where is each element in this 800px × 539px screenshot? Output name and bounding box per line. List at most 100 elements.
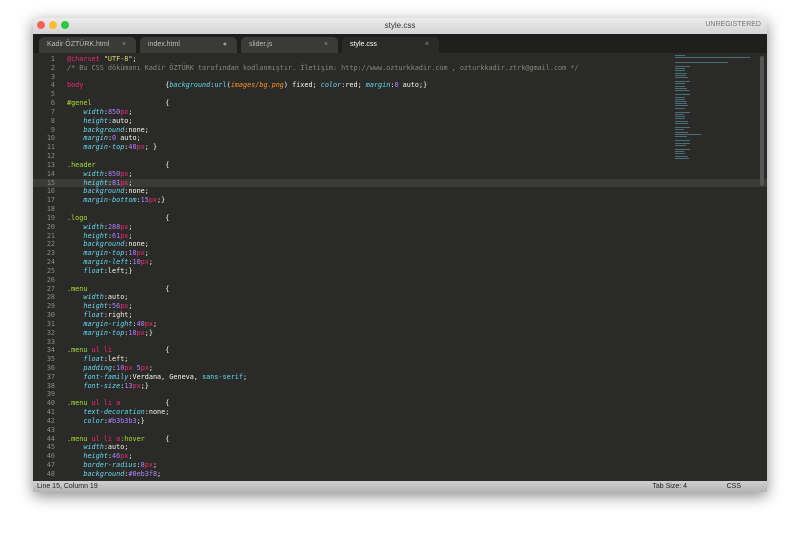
code-line[interactable]: 18 — [33, 205, 767, 214]
code-token: ul li a — [91, 399, 121, 408]
code-line[interactable]: 14 width:850px; — [33, 170, 767, 179]
minimap[interactable] — [675, 55, 755, 265]
code-line[interactable]: 7 width:850px; — [33, 108, 767, 117]
code-line[interactable]: 6 #genel { — [33, 99, 767, 108]
code-line[interactable]: 42 color:#b3b3b3;} — [33, 417, 767, 426]
code-line[interactable]: 29 height:56px; — [33, 302, 767, 311]
minimap-line — [675, 149, 690, 151]
code-line[interactable]: 25 float:left;} — [33, 267, 767, 276]
code-line[interactable]: 27 .menu { — [33, 285, 767, 294]
tab-style-css[interactable]: style.css × — [342, 37, 439, 53]
code-line[interactable]: 28 width:auto; — [33, 293, 767, 302]
code-token: border-radius — [83, 461, 137, 470]
code-line[interactable]: 4 body {background:url(images/bg.png) fix… — [33, 81, 767, 90]
code-token: width — [83, 169, 104, 178]
code-token: :left; — [103, 355, 129, 364]
line-code: float:left;} — [55, 267, 132, 276]
code-token: ; — [128, 231, 133, 240]
line-code: @charset "UTF-8"; — [55, 55, 137, 64]
tab-index-html[interactable]: index.html ● — [140, 37, 237, 53]
close-tab-icon[interactable]: × — [324, 41, 328, 48]
code-line[interactable]: 41 text-decoration:none; — [33, 408, 767, 417]
code-line[interactable]: 17 margin-bottom:15px;} — [33, 196, 767, 205]
code-line[interactable]: 48 background:#0eb3f8; — [33, 470, 767, 479]
code-line[interactable]: 33 — [33, 338, 767, 347]
code-line[interactable]: 47 border-radius:8px; — [33, 461, 767, 470]
unsaved-dot-icon[interactable]: ● — [223, 41, 227, 48]
code-token: 10 — [128, 328, 137, 337]
code-line[interactable]: 12 — [33, 152, 767, 161]
code-token: background — [83, 469, 125, 478]
code-line[interactable]: 11 margin-top:40px; } — [33, 143, 767, 152]
code-line[interactable]: 1 @charset "UTF-8"; — [33, 55, 767, 64]
code-line[interactable]: 19 .logo { — [33, 214, 767, 223]
code-line[interactable]: 31 margin-right:40px; — [33, 320, 767, 329]
tab-kadir-ozturk-html[interactable]: Kadir ÖZTÜRK.html × — [39, 37, 136, 53]
minimap-line — [675, 87, 687, 89]
code-line[interactable]: 26 — [33, 276, 767, 285]
close-tab-icon[interactable]: × — [425, 41, 429, 48]
code-line[interactable]: 20 width:288px; — [33, 223, 767, 232]
code-line[interactable]: 8 height:auto; — [33, 117, 767, 126]
code-token: ; — [242, 372, 248, 381]
code-line[interactable]: 16 background:none; — [33, 187, 767, 196]
code-line[interactable]: 23 margin-top:10px; — [33, 249, 767, 258]
code-token: { — [144, 434, 170, 443]
line-number: 8 — [50, 116, 55, 125]
code-line[interactable]: 3 — [33, 73, 767, 82]
code-token: ; — [148, 363, 153, 372]
code-line[interactable]: 2 /* Bu CSS dökümanı Kadir ÖZTÜRK tarafın… — [33, 64, 767, 73]
scrollbar[interactable] — [760, 56, 764, 186]
code-line[interactable]: 40 .menu ul li a { — [33, 399, 767, 408]
line-number: 37 — [46, 372, 55, 381]
code-token: margin-right — [83, 319, 133, 328]
minimap-line — [675, 57, 750, 59]
code-token: { — [83, 81, 170, 90]
tab-slider-js[interactable]: slider.js × — [241, 37, 338, 53]
code-line[interactable]: 13 .header { — [33, 161, 767, 170]
code-line[interactable]: 9 background:none; — [33, 126, 767, 135]
code-token: float — [83, 355, 104, 364]
code-line[interactable]: 30 float:right; — [33, 311, 767, 320]
code-line[interactable]: 43 — [33, 426, 767, 435]
code-line[interactable]: 35 float:left; — [33, 355, 767, 364]
code-line[interactable]: 37 font-family:Verdana, Geneva, sans-ser… — [33, 373, 767, 382]
code-line[interactable]: 32 margin-top:10px;} — [33, 329, 767, 338]
code-line[interactable]: 22 background:none; — [33, 240, 767, 249]
code-line[interactable]: 36 padding:10px 5px; — [33, 364, 767, 373]
line-number: 19 — [46, 213, 55, 222]
line-code: height:auto; — [55, 117, 132, 126]
line-number: 25 — [46, 266, 55, 275]
line-number: 3 — [50, 72, 55, 81]
code-line[interactable]: 15 height:81px; — [33, 178, 767, 188]
code-line[interactable]: 45 width:auto; — [33, 443, 767, 452]
code-line[interactable]: 46 height:46px; — [33, 452, 767, 461]
line-code: background:#0eb3f8; — [55, 470, 161, 479]
code-line[interactable]: 5 — [33, 90, 767, 99]
line-number: 40 — [46, 399, 55, 408]
code-editor[interactable]: 1 @charset "UTF-8"; 2/* Bu CSS dökümanı Ka… — [33, 53, 767, 481]
code-token: 56 — [112, 302, 121, 311]
minimap-line — [675, 127, 690, 129]
code-token: ul li — [91, 346, 113, 355]
code-line[interactable]: 39 — [33, 390, 767, 399]
close-tab-icon[interactable]: × — [122, 41, 126, 48]
code-line[interactable]: 10 margin:0 auto; — [33, 134, 767, 143]
tab-size-selector[interactable]: Tab Size: 4 — [652, 483, 687, 490]
code-line[interactable]: 24 margin-left:10px; — [33, 258, 767, 267]
line-code: text-decoration:none; — [55, 408, 169, 417]
minimap-line — [675, 135, 687, 137]
line-code: height:46px; — [55, 452, 132, 461]
code-line[interactable]: 34 .menu ul li { — [33, 346, 767, 355]
minimap-line — [675, 151, 684, 153]
syntax-selector[interactable]: CSS — [727, 483, 741, 490]
code-line[interactable]: 21 height:61px; — [33, 232, 767, 241]
code-line[interactable]: 44 .menu ul li a:hover { — [33, 435, 767, 444]
code-line[interactable]: 38 font-size:13px;} — [33, 382, 767, 391]
